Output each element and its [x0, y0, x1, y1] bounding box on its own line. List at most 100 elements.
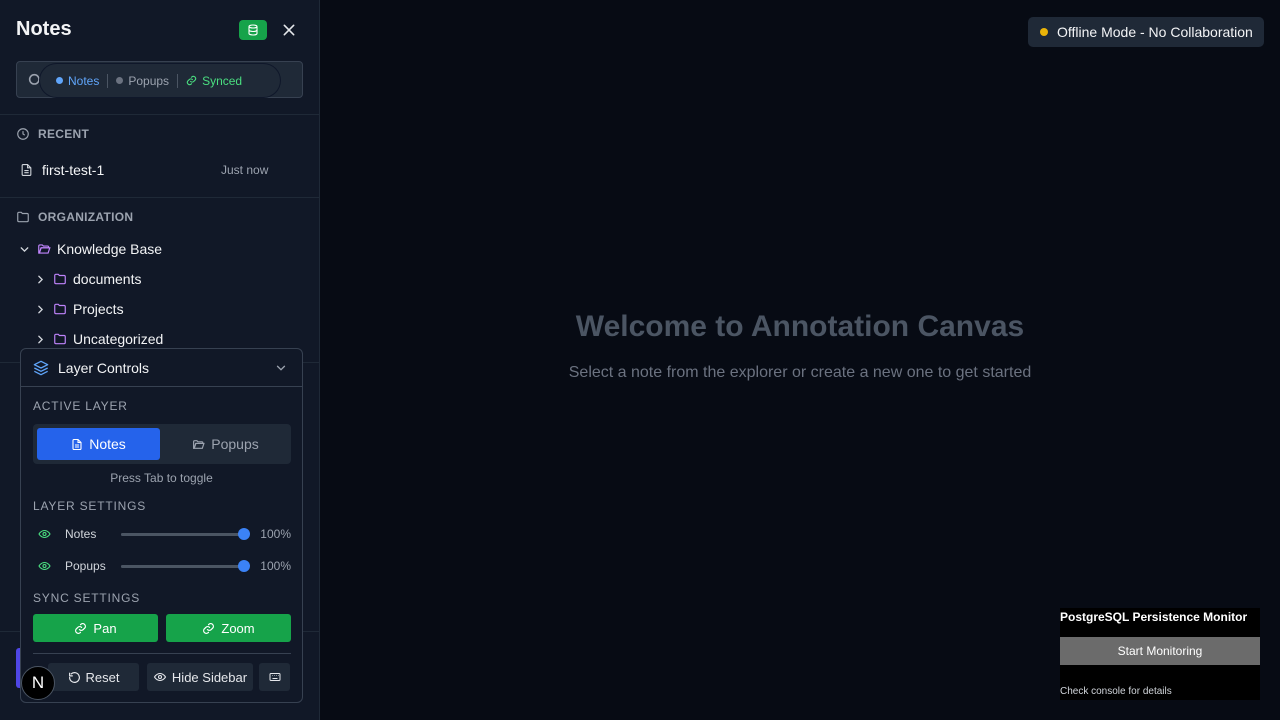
divider [0, 114, 320, 115]
status-dot [1040, 28, 1048, 36]
status-text: Offline Mode - No Collaboration [1057, 24, 1253, 40]
eye-icon [153, 672, 167, 682]
folder-open-icon [38, 244, 51, 254]
layer-filter-pill: Notes Popups Synced [40, 64, 280, 97]
notes-layer-tab[interactable]: Notes [37, 428, 160, 460]
toggle-hint: Press Tab to toggle [110, 471, 213, 485]
layer-controls-title: Layer Controls [58, 359, 150, 376]
notes-dot [56, 77, 63, 84]
start-monitoring-button[interactable]: Start Monitoring [1060, 637, 1260, 665]
notes-layer-tab-label: Notes [89, 436, 126, 452]
recent-item[interactable]: first-test-1 Just now [20, 158, 300, 182]
tree-item-documents[interactable]: documents [34, 268, 141, 290]
layer-controls-header[interactable]: Layer Controls [21, 349, 302, 387]
database-icon [248, 24, 258, 36]
avatar[interactable]: N [21, 666, 55, 700]
recent-item-name: first-test-1 [42, 162, 105, 178]
sync-settings-label: SYNC SETTINGS [33, 591, 141, 605]
chevron-right-icon [38, 275, 44, 283]
eye-icon[interactable] [37, 560, 52, 572]
layer-controls-panel: Layer Controls ACTIVE LAYER Notes Popups… [20, 348, 303, 703]
monitor-note: Check console for details [1060, 686, 1172, 697]
layer-settings-label: LAYER SETTINGS [33, 499, 147, 513]
opacity-thumb[interactable] [238, 560, 250, 572]
tree-item-label: Knowledge Base [57, 241, 163, 257]
tree-item-uncategorized[interactable]: Uncategorized [34, 328, 163, 350]
organization-label: ORGANIZATION [38, 210, 134, 224]
tree-item-label: Uncategorized [73, 331, 164, 347]
popups-dot [116, 77, 124, 84]
link-icon [75, 622, 87, 634]
popups-layer-row: Popups 100% [33, 557, 291, 575]
active-layer-label: ACTIVE LAYER [33, 399, 128, 413]
recent-header: RECENT [16, 127, 89, 141]
clock-icon [17, 128, 29, 140]
monitor-title: PostgreSQL Persistence Monitor [1060, 610, 1248, 624]
folder-icon [54, 273, 66, 285]
eye-icon[interactable] [37, 528, 52, 540]
hide-sidebar-label: Hide Sidebar [171, 669, 248, 685]
chevron-right-icon [38, 305, 44, 313]
tree-item-label: Projects [73, 301, 124, 317]
folder-open-icon [193, 439, 205, 449]
organization-header: ORGANIZATION [16, 210, 133, 224]
divider [0, 197, 320, 198]
pill-divider [107, 73, 109, 88]
welcome-title: Welcome to Annotation Canvas [575, 310, 1025, 343]
popups-layer-tab[interactable]: Popups [164, 428, 287, 460]
chevron-down-icon[interactable] [274, 361, 288, 375]
reset-button[interactable]: Reset [48, 663, 139, 691]
layer-name: Popups [65, 559, 106, 573]
opacity-slider[interactable] [121, 528, 250, 540]
opacity-slider[interactable] [121, 560, 250, 572]
sync-pan-label: Pan [93, 620, 117, 636]
close-icon [283, 24, 295, 36]
layers-icon [33, 360, 49, 375]
link-icon [186, 75, 197, 86]
reset-icon [68, 671, 80, 683]
reset-label: Reset [85, 669, 120, 685]
keyboard-icon [269, 673, 280, 681]
filter-popups[interactable]: Popups [116, 74, 169, 88]
close-sidebar-button[interactable] [279, 20, 299, 40]
popups-layer-tab-label: Popups [211, 436, 259, 452]
chevron-right-icon [38, 335, 44, 343]
divider [33, 653, 291, 654]
pill-divider [177, 73, 179, 88]
recent-label: RECENT [38, 127, 90, 141]
persistence-monitor: PostgreSQL Persistence Monitor Start Mon… [1060, 608, 1260, 700]
status-badge: Offline Mode - No Collaboration [1028, 17, 1264, 47]
filter-notes-label: Notes [68, 73, 100, 88]
filter-notes[interactable]: Notes [56, 74, 99, 88]
file-icon [21, 164, 32, 176]
folder-icon [17, 211, 29, 223]
folder-icon [54, 333, 66, 345]
opacity-fill [121, 533, 244, 536]
hide-sidebar-button[interactable]: Hide Sidebar [147, 663, 253, 691]
welcome-subtitle: Select a note from the explorer or creat… [568, 364, 1032, 381]
tree-item-label: documents [73, 271, 142, 287]
filter-synced-label: Synced [202, 73, 243, 88]
keyboard-shortcuts-button[interactable] [259, 663, 290, 691]
notes-layer-row: Notes 100% [33, 525, 291, 543]
sync-pan-button[interactable]: Pan [33, 614, 158, 642]
sync-zoom-button[interactable]: Zoom [166, 614, 291, 642]
filter-popups-label: Popups [128, 73, 170, 88]
tree-item-projects[interactable]: Projects [34, 298, 124, 320]
recent-item-time: Just now [221, 163, 269, 177]
layer-name: Notes [65, 527, 97, 541]
database-button[interactable] [239, 20, 267, 40]
sidebar-title: Notes [16, 18, 72, 40]
opacity-value: 100% [260, 527, 291, 541]
opacity-thumb[interactable] [238, 528, 250, 540]
chevron-down-icon [20, 246, 29, 252]
filter-synced[interactable]: Synced [186, 74, 242, 88]
opacity-fill [121, 565, 244, 568]
link-icon [203, 622, 215, 634]
file-icon [72, 438, 82, 450]
sidebar-header: Notes [16, 18, 303, 44]
folder-icon [54, 303, 66, 315]
tree-item-knowledge-base[interactable]: Knowledge Base [18, 238, 162, 260]
active-layer-toggle: Notes Popups [33, 424, 291, 464]
opacity-value: 100% [260, 559, 291, 573]
